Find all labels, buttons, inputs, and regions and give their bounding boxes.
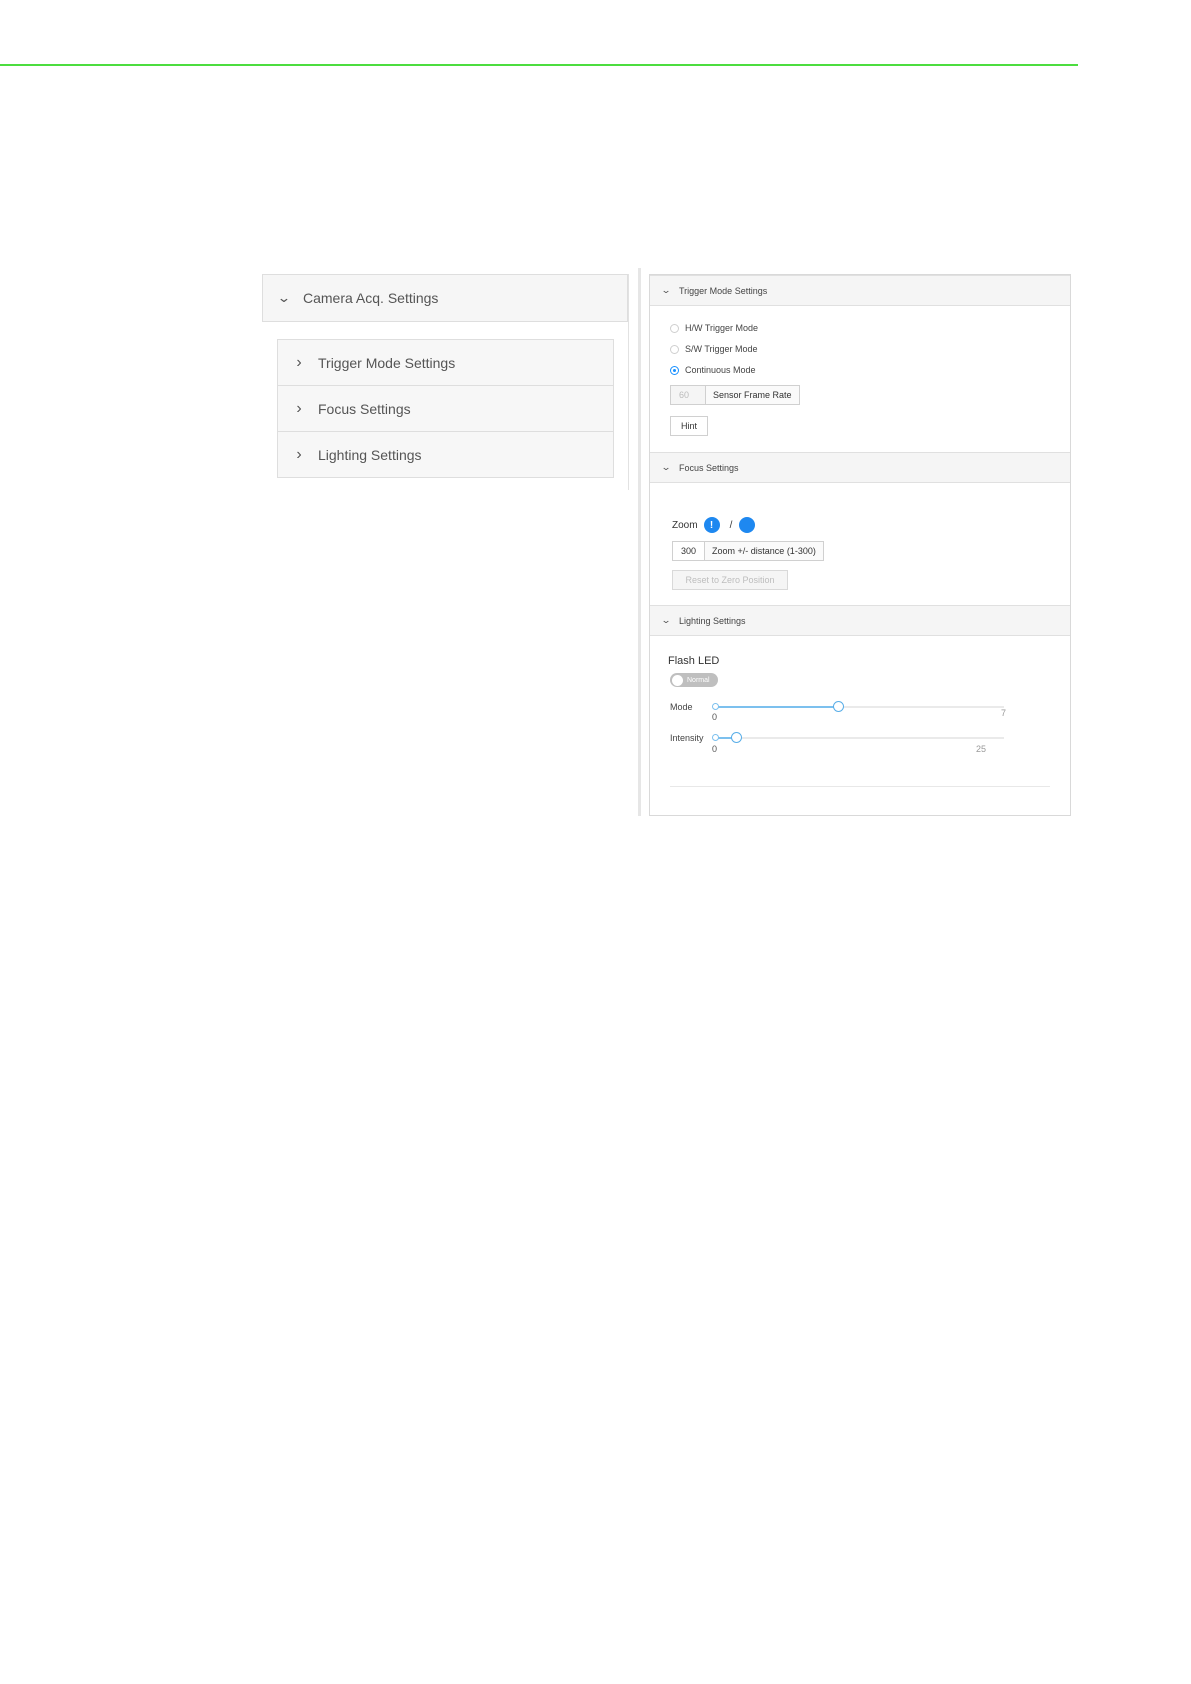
top-rule (0, 64, 1078, 66)
switch-knob (672, 674, 683, 686)
radio-icon (670, 344, 679, 354)
trigger-mode-header[interactable]: ⌄ Trigger Mode Settings (650, 275, 1070, 306)
trigger-mode-title: Trigger Mode Settings (679, 285, 768, 296)
chevron-right-icon: › (296, 445, 302, 463)
chevron-down-icon: ⌄ (276, 290, 292, 305)
radio-label: Continuous Mode (685, 365, 756, 375)
chevron-down-icon: ⌄ (660, 285, 672, 295)
radio-label: H/W Trigger Mode (685, 323, 759, 333)
chevron-down-icon: ⌄ (660, 462, 672, 472)
flash-led-switch[interactable]: Normal (670, 673, 718, 687)
mode-slider[interactable] (712, 701, 1004, 712)
intensity-slider[interactable] (712, 732, 1004, 743)
sub-item-focus[interactable]: › Focus Settings (277, 385, 614, 432)
sub-item-lighting[interactable]: › Lighting Settings (277, 431, 614, 478)
flash-led-label: Flash LED (668, 655, 720, 667)
sub-item-trigger-mode[interactable]: › Trigger Mode Settings (277, 339, 614, 386)
chevron-right-icon: › (296, 399, 302, 417)
zoom-distance-field[interactable]: 300 (673, 542, 706, 560)
radio-label: S/W Trigger Mode (685, 344, 758, 354)
lighting-title: Lighting Settings (679, 615, 746, 626)
chevron-right-icon: › (296, 353, 302, 371)
camera-acq-panel: ⌄ Camera Acq. Settings › Trigger Mode Se… (262, 274, 630, 490)
radio-icon (670, 323, 679, 333)
radio-selected-icon (670, 365, 679, 375)
panel-divider (638, 268, 641, 816)
camera-acq-title: Camera Acq. Settings (303, 290, 439, 306)
sub-item-label: Lighting Settings (318, 446, 422, 463)
zoom-distance-addon: Zoom +/- distance (1-300) (705, 542, 823, 560)
sub-item-label: Focus Settings (318, 400, 411, 417)
radio-hw-trigger[interactable]: H/W Trigger Mode (670, 323, 758, 333)
mode-slider-handle[interactable] (833, 701, 844, 712)
hint-button[interactable]: Hint (670, 416, 708, 436)
intensity-max-tick: 25 (976, 744, 987, 754)
zoom-distance-input-group: 300 Zoom +/- distance (1-300) (672, 541, 824, 561)
camera-acq-header[interactable]: ⌄ Camera Acq. Settings (262, 274, 628, 322)
mode-min-tick: 0 (712, 712, 718, 722)
zoom-separator: / (729, 519, 733, 531)
chevron-down-icon: ⌄ (660, 615, 672, 625)
panel-divider (628, 274, 629, 490)
zoom-plus-button[interactable]: ! (703, 517, 720, 533)
intensity-slider-label: Intensity (670, 733, 704, 743)
intensity-slider-handle[interactable] (731, 732, 742, 743)
slider-start-dot (712, 703, 719, 710)
divider (670, 786, 1050, 787)
zoom-label: Zoom (672, 519, 698, 531)
camera-acq-sub-list: › Trigger Mode Settings › Focus Settings… (277, 339, 614, 478)
frame-rate-field[interactable]: 60 (671, 386, 706, 404)
focus-header[interactable]: ⌄ Focus Settings (650, 452, 1070, 483)
intensity-min-tick: 0 (712, 744, 718, 754)
radio-continuous[interactable]: Continuous Mode (670, 365, 756, 375)
lighting-header[interactable]: ⌄ Lighting Settings (650, 605, 1070, 636)
frame-rate-input-group: 60 Sensor Frame Rate (670, 385, 800, 405)
mode-max-tick: 7 (1001, 708, 1007, 718)
slider-start-dot (712, 734, 719, 741)
zoom-minus-button[interactable] (739, 517, 756, 533)
switch-text: Normal (687, 676, 710, 684)
focus-title: Focus Settings (679, 462, 739, 473)
frame-rate-addon: Sensor Frame Rate (706, 386, 799, 404)
zoom-row: Zoom ! / (672, 517, 756, 533)
mode-slider-label: Mode (670, 702, 693, 712)
slider-fill (714, 706, 837, 708)
reset-zero-button[interactable]: Reset to Zero Position (672, 570, 788, 590)
sub-item-label: Trigger Mode Settings (318, 354, 456, 371)
settings-detail-panel: ⌄ Trigger Mode Settings H/W Trigger Mode… (649, 274, 1071, 816)
radio-sw-trigger[interactable]: S/W Trigger Mode (670, 344, 758, 354)
